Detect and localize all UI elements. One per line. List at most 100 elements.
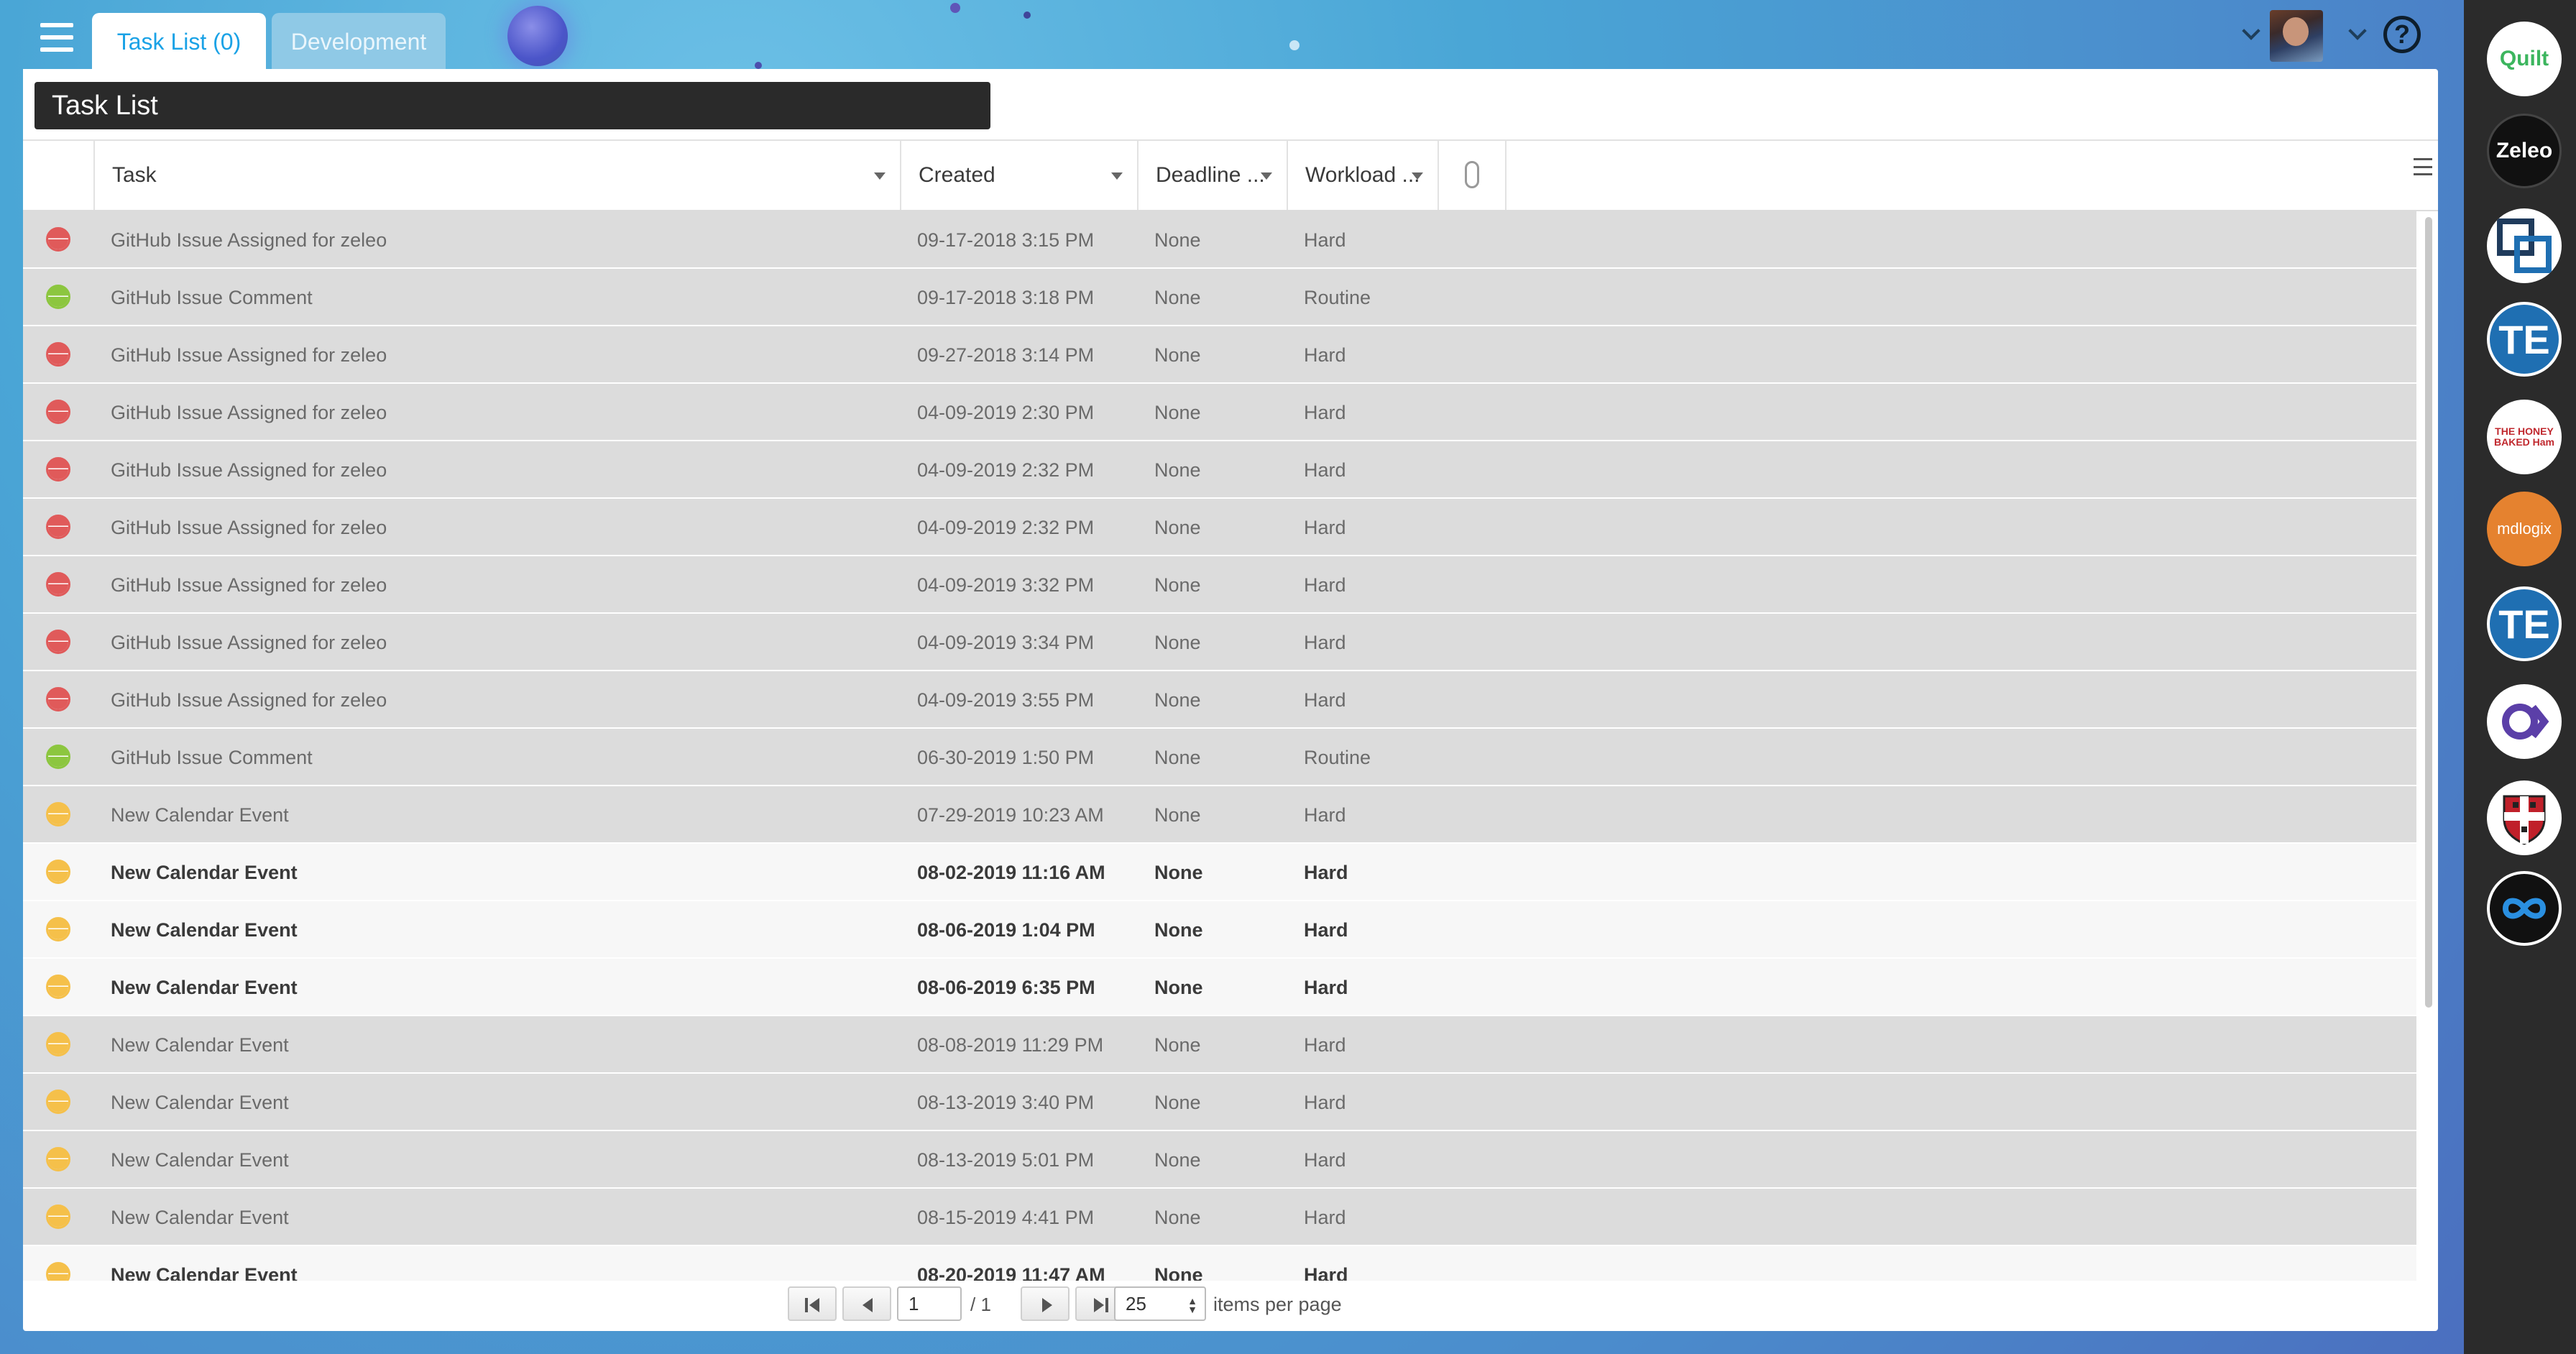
sort-down-icon[interactable] (874, 172, 886, 180)
column-menu-icon[interactable] (2414, 158, 2432, 175)
priority-icon (46, 745, 70, 769)
table-row[interactable]: GitHub Issue Assigned for zeleo 09-17-201… (23, 211, 2416, 269)
table-row[interactable]: GitHub Issue Assigned for zeleo 04-09-201… (23, 499, 2416, 556)
workload-cell: Routine (1304, 287, 1371, 308)
column-header-workload[interactable]: Workload ... (1287, 141, 1438, 210)
task-cell[interactable]: New Calendar Event (111, 844, 298, 900)
sort-down-icon[interactable] (1261, 172, 1272, 180)
column-header-deadline[interactable]: Deadline ... (1137, 141, 1287, 210)
app-shield-logo[interactable] (2487, 780, 2562, 855)
table-row[interactable]: GitHub Issue Assigned for zeleo 04-09-201… (23, 384, 2416, 441)
created-cell: 04-09-2019 2:32 PM (917, 517, 1095, 538)
table-row[interactable]: New Calendar Event 08-02-2019 11:16 AM Non… (23, 844, 2416, 901)
table-row[interactable]: New Calendar Event 08-20-2019 11:47 AM Non… (23, 1246, 2416, 1281)
task-cell[interactable]: GitHub Issue Assigned for zeleo (111, 614, 387, 670)
first-page-button[interactable] (788, 1286, 837, 1321)
workload-cell: Hard (1304, 344, 1346, 366)
created-cell: 08-06-2019 1:04 PM (917, 919, 1095, 941)
deadline-cell: None (1154, 344, 1201, 366)
tab-task-list[interactable]: Task List (0) (92, 13, 266, 69)
workload-cell: Hard (1304, 804, 1346, 826)
table-row[interactable]: New Calendar Event 08-08-2019 11:29 PM Non… (23, 1016, 2416, 1074)
task-cell[interactable]: GitHub Issue Comment (111, 269, 313, 325)
chevron-down-icon[interactable] (2349, 24, 2365, 40)
decorative-dot (755, 62, 762, 69)
column-header-task[interactable]: Task (93, 141, 900, 210)
task-cell[interactable]: GitHub Issue Assigned for zeleo (111, 556, 387, 612)
pager: 1 / 1 25 ▲ ▼ items per page (23, 1281, 2438, 1331)
task-cell[interactable]: New Calendar Event (111, 1016, 289, 1072)
page-size-select[interactable]: 25 ▲ ▼ (1114, 1286, 1206, 1321)
created-cell: 08-20-2019 11:47 AM (917, 1264, 1105, 1281)
table-row[interactable]: GitHub Issue Comment 06-30-2019 1:50 PM No… (23, 729, 2416, 786)
table-row[interactable]: New Calendar Event 08-13-2019 5:01 PM None… (23, 1131, 2416, 1189)
table-row[interactable]: New Calendar Event 08-06-2019 6:35 PM None… (23, 959, 2416, 1016)
task-cell[interactable]: GitHub Issue Assigned for zeleo (111, 499, 387, 555)
task-cell[interactable]: GitHub Issue Assigned for zeleo (111, 441, 387, 497)
task-cell[interactable]: New Calendar Event (111, 1074, 289, 1130)
table-row[interactable]: GitHub Issue Assigned for zeleo 04-09-201… (23, 671, 2416, 729)
table-row[interactable]: GitHub Issue Assigned for zeleo 09-27-201… (23, 326, 2416, 384)
task-cell[interactable]: New Calendar Event (111, 786, 289, 842)
app-mdlogix[interactable]: mdlogix (2487, 492, 2562, 566)
column-header-attachment[interactable] (1438, 141, 1505, 210)
scrollbar[interactable] (2424, 213, 2434, 1279)
app-eo-logo[interactable] (2487, 871, 2562, 946)
workload-cell: Routine (1304, 747, 1371, 768)
next-page-button[interactable] (1021, 1286, 1070, 1321)
created-cell: 08-06-2019 6:35 PM (917, 977, 1095, 998)
app-honey-baked-ham[interactable]: THE HONEY BAKED Ham (2487, 400, 2562, 474)
select-arrows-icon: ▲ ▼ (1187, 1295, 1197, 1315)
table-row[interactable]: GitHub Issue Assigned for zeleo 04-09-201… (23, 556, 2416, 614)
task-cell[interactable]: New Calendar Event (111, 1131, 289, 1187)
column-header-label: Deadline ... (1156, 163, 1265, 187)
table-row[interactable]: GitHub Issue Assigned for zeleo 04-09-201… (23, 614, 2416, 671)
task-cell[interactable]: New Calendar Event (111, 901, 298, 957)
decorative-orb (507, 6, 568, 66)
sort-down-icon[interactable] (1412, 172, 1423, 180)
deadline-cell: None (1154, 1207, 1201, 1228)
app-quilt[interactable]: Quilt (2487, 22, 2562, 96)
tab-development[interactable]: Development (272, 13, 446, 69)
chevron-down-icon[interactable] (2242, 24, 2258, 40)
app-te-2[interactable]: TE (2487, 586, 2562, 661)
deadline-cell: None (1154, 977, 1203, 998)
column-header-label: Created (919, 163, 995, 187)
deadline-cell: None (1154, 1264, 1203, 1281)
priority-column-header (23, 141, 93, 210)
previous-page-button[interactable] (842, 1286, 891, 1321)
workload-cell: Hard (1304, 1149, 1346, 1171)
app-label: Zeleo (2496, 139, 2553, 162)
table-row[interactable]: New Calendar Event 07-29-2019 10:23 AM Non… (23, 786, 2416, 844)
task-cell[interactable]: New Calendar Event (111, 959, 298, 1015)
shield-icon (2503, 795, 2546, 845)
table-row[interactable]: New Calendar Event 08-15-2019 4:41 PM None… (23, 1189, 2416, 1246)
app-label: mdlogix (2497, 520, 2552, 538)
task-cell[interactable]: GitHub Issue Assigned for zeleo (111, 384, 387, 440)
help-button[interactable]: ? (2383, 16, 2421, 53)
sort-down-icon[interactable] (1111, 172, 1123, 180)
deadline-cell: None (1154, 862, 1203, 883)
table-row[interactable]: GitHub Issue Comment 09-17-2018 3:18 PM No… (23, 269, 2416, 326)
menu-icon[interactable] (40, 23, 73, 52)
page-number-input[interactable]: 1 (897, 1286, 962, 1321)
app-te[interactable]: TE (2487, 302, 2562, 377)
task-cell[interactable]: GitHub Issue Comment (111, 729, 313, 785)
avatar[interactable] (2270, 10, 2323, 62)
app-cube-logo[interactable] (2487, 208, 2562, 283)
task-cell[interactable]: New Calendar Event (111, 1189, 289, 1245)
priority-icon (46, 860, 70, 884)
task-cell[interactable]: GitHub Issue Assigned for zeleo (111, 671, 387, 727)
column-header-created[interactable]: Created (900, 141, 1137, 210)
app-zeleo[interactable]: Zeleo (2487, 114, 2562, 188)
app-q-logo[interactable] (2487, 684, 2562, 759)
table-row[interactable]: New Calendar Event 08-06-2019 1:04 PM None… (23, 901, 2416, 959)
task-cell[interactable]: GitHub Issue Assigned for zeleo (111, 211, 387, 267)
table-row[interactable]: New Calendar Event 08-13-2019 3:40 PM None… (23, 1074, 2416, 1131)
deadline-cell: None (1154, 747, 1201, 768)
scrollbar-thumb[interactable] (2425, 217, 2432, 1008)
task-cell[interactable]: New Calendar Event (111, 1246, 298, 1281)
workload-cell: Hard (1304, 229, 1346, 251)
table-row[interactable]: GitHub Issue Assigned for zeleo 04-09-201… (23, 441, 2416, 499)
task-cell[interactable]: GitHub Issue Assigned for zeleo (111, 326, 387, 382)
